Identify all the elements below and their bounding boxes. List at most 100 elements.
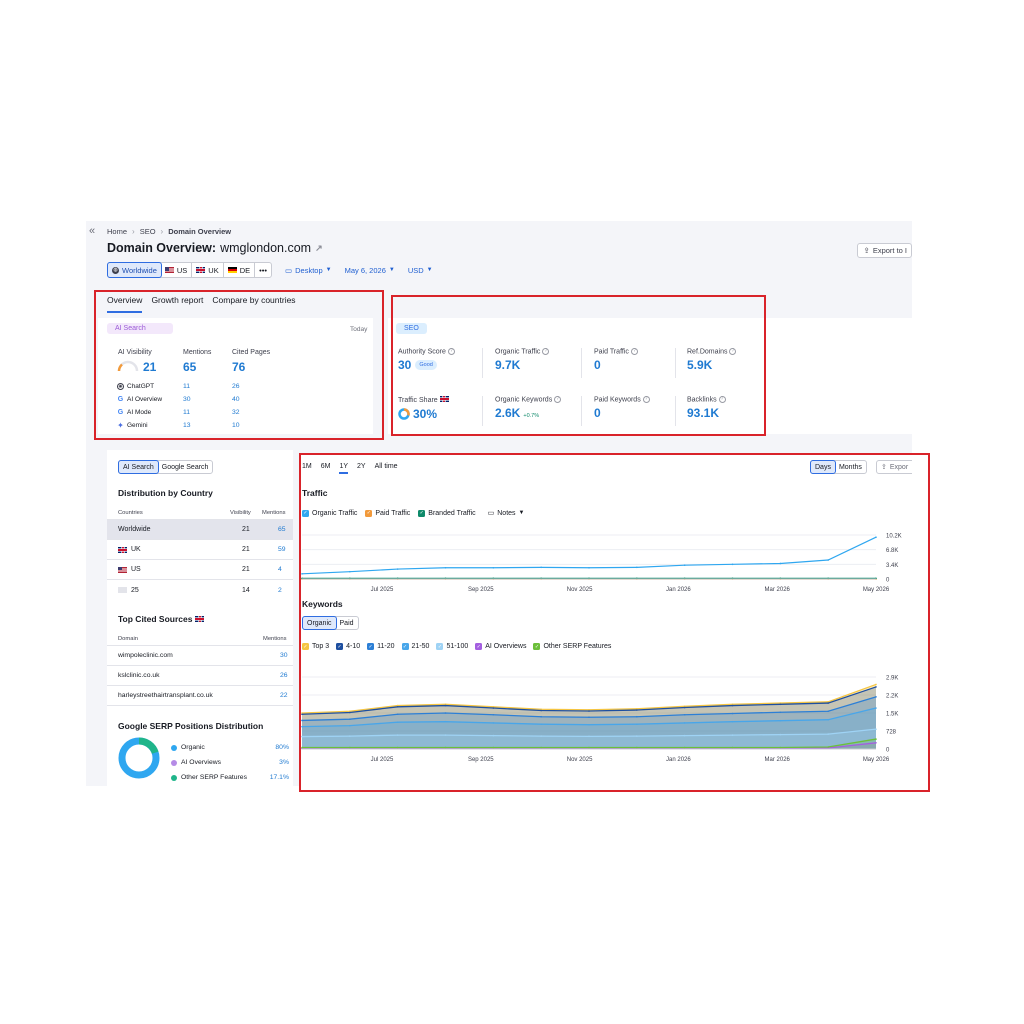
date-dropdown[interactable]: May 6, 2026 ▼ (345, 266, 395, 275)
legend-4-10[interactable]: ✓ 4-10 (336, 643, 360, 650)
traffic-share-donut-icon (398, 408, 410, 420)
data-point (349, 570, 351, 573)
organic-traffic-label: Organic Traffic (495, 348, 541, 356)
currency-dropdown[interactable]: USD ▼ (408, 266, 433, 275)
data-point (731, 734, 734, 736)
table-row[interactable]: UK 21 59 (107, 540, 293, 560)
range-6m[interactable]: 6M (321, 463, 331, 474)
distribution-title: Distribution by Country (118, 488, 213, 498)
region-de[interactable]: DE (224, 263, 256, 277)
export-button[interactable]: ⇪ Export to I (856, 243, 912, 258)
range-2y[interactable]: 2Y (357, 463, 366, 474)
info-icon[interactable]: ? (642, 396, 650, 403)
range-all-time[interactable]: All time (375, 463, 398, 474)
data-point (349, 711, 351, 714)
x-tick-label: Mar 2026 (765, 587, 791, 593)
de-flag-icon (227, 267, 237, 273)
data-point (444, 712, 447, 714)
list-item: AI Overviews 3% (171, 755, 291, 770)
chatgpt-mentions[interactable]: 11 (183, 383, 232, 390)
toggle-ai-search[interactable]: AI Search (118, 460, 159, 474)
breadcrumb-home[interactable]: Home (107, 227, 127, 236)
table-row[interactable]: harleystreethairtransplant.co.uk 22 (107, 686, 293, 706)
legend-11-20[interactable]: ✓ 11-20 (367, 643, 395, 650)
legend-ai-overviews[interactable]: ✓ AI Overviews (475, 643, 526, 650)
tab-overview[interactable]: Overview (107, 295, 143, 313)
info-icon[interactable]: ? (729, 348, 737, 355)
toggle-paid[interactable]: Paid (336, 617, 358, 629)
gemini-mentions[interactable]: 13 (183, 422, 232, 429)
page-title-prefix: Domain Overview: (107, 241, 217, 255)
table-row[interactable]: kslclinic.co.uk 26 (107, 666, 293, 686)
granularity-toggle: Days Months (810, 460, 867, 474)
toggle-days[interactable]: Days (810, 460, 836, 474)
data-point (636, 715, 638, 718)
gemini-cited[interactable]: 10 (232, 422, 240, 429)
breadcrumb-seo[interactable]: SEO (140, 227, 156, 236)
chevron-right-icon: › (132, 227, 135, 236)
legend-organic-traffic[interactable]: ✓ Organic Traffic (302, 509, 357, 517)
chatgpt-cited[interactable]: 26 (232, 383, 240, 390)
info-icon[interactable]: ? (718, 396, 726, 403)
authority-score-value[interactable]: 30 (398, 358, 411, 372)
legend-51-100[interactable]: ✓ 51-100 (436, 643, 468, 650)
chart-export-button[interactable]: ⇪ Expor (876, 460, 912, 474)
y-tick-label: 2.9K (886, 676, 898, 682)
legend-top-3[interactable]: ✓ Top 3 (302, 643, 329, 650)
table-row[interactable]: Worldwide 21 65 (107, 520, 293, 540)
traffic-share-metric: Traffic Share 30% (398, 396, 449, 421)
toggle-organic[interactable]: Organic (302, 616, 337, 630)
x-tick-label: May 2026 (863, 587, 890, 593)
backlinks-value[interactable]: 93.1K (687, 406, 726, 420)
region-worldwide[interactable]: ◍ Worldwide (107, 262, 162, 278)
info-icon[interactable]: ? (630, 348, 638, 355)
range-1y[interactable]: 1Y (339, 463, 349, 474)
info-icon[interactable]: ? (554, 396, 562, 403)
x-tick-label: Jul 2025 (371, 757, 394, 763)
collapse-sidebar-icon[interactable]: « (86, 225, 98, 237)
cited-pages-value[interactable]: 76 (232, 360, 245, 374)
notes-dropdown[interactable]: ▭ Notes ▼ (488, 509, 525, 518)
page-header: « Home › SEO › Domain Overview Domain Ov… (86, 221, 912, 315)
legend-other-serp[interactable]: ✓ Other SERP Features (533, 643, 611, 650)
backlinks-metric: Backlinks ? 93.1K (687, 396, 726, 420)
traffic-share-value[interactable]: 30% (413, 407, 437, 421)
toggle-google-search[interactable]: Google Search (158, 461, 213, 473)
tab-compare-by-countries[interactable]: Compare by countries (212, 295, 295, 313)
table-row[interactable]: 25 14 2 (107, 580, 293, 600)
legend-branded-traffic[interactable]: ✓ Branded Traffic (418, 509, 476, 517)
tab-growth-report[interactable]: Growth report (151, 295, 203, 313)
ai-mode-mentions[interactable]: 11 (183, 409, 232, 416)
paid-keywords-value[interactable]: 0 (594, 406, 650, 420)
ai-visibility-value[interactable]: 21 (143, 360, 156, 374)
data-point (540, 566, 542, 569)
serp-donut-chart (118, 737, 160, 779)
checkbox-icon: ✓ (336, 643, 344, 650)
organic-keywords-value[interactable]: 2.6K (495, 406, 520, 420)
ai-search-card: AI Search Today AI Visibility Mentions C… (98, 318, 373, 434)
region-uk[interactable]: UK (192, 263, 224, 277)
device-dropdown[interactable]: ▭ Desktop ▼ (285, 266, 332, 275)
mentions-value[interactable]: 65 (183, 360, 196, 374)
chevron-down-icon: ▼ (426, 267, 433, 273)
region-us[interactable]: US (161, 263, 193, 277)
table-row[interactable]: wimpoleclinic.com 30 (107, 646, 293, 666)
table-row[interactable]: US 21 4 (107, 560, 293, 580)
ai-overview-cited[interactable]: 40 (232, 396, 240, 403)
ai-overview-mentions[interactable]: 30 (183, 396, 232, 403)
info-icon[interactable]: ? (542, 348, 550, 355)
ref-domains-value[interactable]: 5.9K (687, 358, 736, 372)
toggle-months[interactable]: Months (835, 461, 866, 473)
legend-21-50[interactable]: ✓ 21-50 (401, 643, 429, 650)
col-countries: Countries (118, 509, 143, 516)
organic-traffic-value[interactable]: 9.7K (495, 358, 549, 372)
external-link-icon[interactable]: ↗ (315, 243, 323, 254)
legend-paid-traffic[interactable]: ✓ Paid Traffic (365, 509, 410, 517)
paid-traffic-value[interactable]: 0 (594, 358, 638, 372)
region-more-button[interactable]: ••• (255, 263, 271, 277)
ai-mode-cited[interactable]: 32 (232, 409, 240, 416)
info-icon[interactable]: ? (447, 348, 455, 355)
tab-bar: Overview Growth report Compare by countr… (107, 295, 296, 313)
data-point (779, 719, 782, 722)
range-1m[interactable]: 1M (302, 463, 312, 474)
